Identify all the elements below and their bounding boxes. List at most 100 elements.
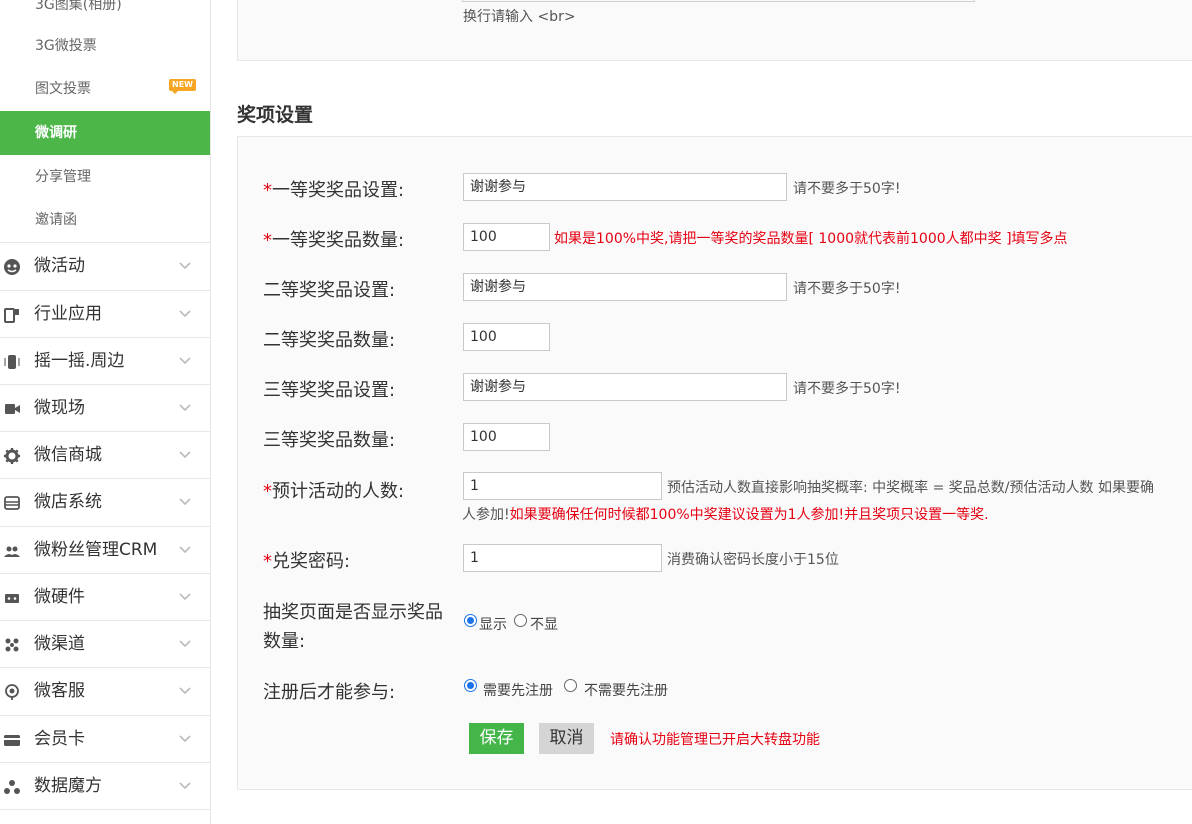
sidebar-menu-shop[interactable]: 微店系统: [0, 478, 210, 525]
menu-label: 数据魔方: [34, 776, 102, 796]
show-qty-radio-yes[interactable]: [464, 614, 477, 627]
sidebar-menu-hardware[interactable]: 微硬件: [0, 573, 210, 620]
card-icon: [4, 735, 20, 746]
sidebar-menu-industry[interactable]: 行业应用: [0, 290, 210, 337]
show-qty-label-line1: 抽奖页面是否显示奖品: [263, 602, 443, 623]
show-qty-radio-no[interactable]: [514, 614, 527, 627]
function-notice: 请确认功能管理已开启大转盘功能: [610, 732, 820, 748]
menu-label: 微硬件: [34, 587, 85, 607]
show-qty-label-line2: 数量:: [263, 631, 306, 652]
prize2-name-input[interactable]: 谢谢参与: [463, 273, 787, 301]
redeem-code-input[interactable]: 1: [463, 544, 662, 572]
hint-prefix: 人参加!: [462, 507, 510, 523]
sidebar-menu-shake[interactable]: 摇一摇.周边: [0, 337, 210, 384]
required-mark: *: [263, 180, 272, 201]
hardware-icon: [5, 594, 19, 603]
prize2-qty-label: 二等奖奖品数量:: [263, 330, 396, 351]
sidebar-item-3g-album[interactable]: 3G图集(相册): [0, 0, 210, 27]
sidebar-item-label: 分享管理: [35, 169, 91, 185]
prize1-name-input[interactable]: 谢谢参与: [463, 173, 787, 201]
chevron-down-icon: [179, 735, 191, 743]
activity-icon: [4, 259, 20, 275]
sidebar-item-label: 邀请函: [35, 212, 77, 228]
sidebar: 3G图集(相册) 3G微投票 图文投票 NEW 微调研 分享管理 邀请函 微活动…: [0, 0, 211, 824]
show-qty-option-yes: 显示: [479, 617, 507, 633]
prize2-name-label: 二等奖奖品设置:: [263, 280, 396, 301]
chevron-down-icon: [179, 310, 191, 318]
shop-icon: [4, 496, 20, 510]
chevron-down-icon: [179, 262, 191, 270]
chevron-down-icon: [179, 498, 191, 506]
label-text: 预计活动的人数:: [272, 481, 405, 502]
prize3-name-hint: 请不要多于50字!: [793, 381, 901, 397]
expected-people-hint-2: 人参加!如果要确保任何时候都100%中奖建议设置为1人参加!并且奖项只设置一等奖…: [462, 504, 989, 524]
gear-icon: [4, 448, 20, 464]
prize3-name-input[interactable]: 谢谢参与: [463, 373, 787, 401]
industry-app-icon: [4, 308, 19, 323]
prize2-qty-input[interactable]: 100: [463, 323, 550, 351]
textarea-bottom-edge[interactable]: [462, 0, 975, 2]
required-mark: *: [263, 551, 272, 572]
sidebar-menu-channel[interactable]: 微渠道: [0, 620, 210, 667]
chevron-down-icon: [179, 782, 191, 790]
chevron-down-icon: [179, 687, 191, 695]
line-break-hint: 换行请输入 <br>: [463, 9, 576, 25]
sidebar-item-share-manage[interactable]: 分享管理: [0, 155, 210, 199]
sidebar-item-image-vote[interactable]: 图文投票 NEW: [0, 67, 210, 111]
show-qty-option-no: 不显: [530, 617, 558, 633]
shake-icon: [4, 355, 20, 369]
sidebar-item-label: 3G图集(相册): [35, 0, 122, 13]
register-option-yes: 需要先注册: [483, 683, 553, 699]
sidebar-menu-customer-service[interactable]: 微客服: [0, 667, 210, 714]
menu-label: 微现场: [34, 398, 85, 418]
sidebar-item-label: 图文投票: [35, 81, 91, 97]
chevron-down-icon: [179, 404, 191, 412]
chevron-down-icon: [179, 451, 191, 459]
sidebar-menu-crm[interactable]: 微粉丝管理CRM: [0, 526, 210, 573]
sidebar-item-3g-vote[interactable]: 3G微投票: [0, 24, 210, 68]
register-required-label: 注册后才能参与:: [263, 682, 396, 703]
menu-label: 行业应用: [34, 304, 102, 324]
menu-label: 微客服: [34, 681, 85, 701]
prize1-qty-hint: 如果是100%中奖,请把一等奖的奖品数量[ 1000就代表前1000人都中奖 ]…: [554, 231, 1068, 247]
menu-label: 微活动: [34, 256, 85, 276]
prize1-qty-input[interactable]: 100: [463, 223, 550, 251]
section-title: 奖项设置: [237, 104, 314, 126]
sidebar-item-invitation[interactable]: 邀请函: [0, 198, 210, 242]
required-mark: *: [263, 481, 272, 502]
sidebar-menu-member-card[interactable]: 会员卡: [0, 715, 210, 762]
cancel-button[interactable]: 取消: [539, 723, 594, 754]
sidebar-menu-activity[interactable]: 微活动: [0, 242, 210, 289]
sidebar-menu-divider: [0, 809, 210, 824]
data-cube-icon: [4, 780, 20, 794]
prize3-qty-input[interactable]: 100: [463, 423, 550, 451]
prize1-name-hint: 请不要多于50字!: [793, 181, 901, 197]
redeem-code-hint: 消费确认密码长度小于15位: [667, 552, 839, 568]
chevron-down-icon: [179, 593, 191, 601]
sidebar-item-label: 微调研: [35, 125, 77, 141]
sidebar-menu-data-cube[interactable]: 数据魔方: [0, 762, 210, 809]
new-badge: NEW: [169, 79, 196, 94]
sidebar-item-survey[interactable]: 微调研: [0, 111, 210, 155]
chevron-down-icon: [179, 357, 191, 365]
prize3-qty-label: 三等奖奖品数量:: [263, 430, 396, 451]
expected-people-input[interactable]: 1: [463, 472, 662, 500]
register-radio-no[interactable]: [564, 679, 577, 692]
label-text: 一等奖奖品设置:: [272, 180, 405, 201]
label-text: 兑奖密码:: [272, 551, 351, 572]
hint-red-text: 如果要确保任何时候都100%中奖建议设置为1人参加!并且奖项只设置一等奖.: [509, 507, 989, 523]
save-button[interactable]: 保存: [469, 723, 524, 754]
video-camera-icon: [5, 404, 20, 414]
register-radio-yes[interactable]: [464, 679, 477, 692]
customer-service-icon: [5, 684, 19, 700]
app-window: 3G图集(相册) 3G微投票 图文投票 NEW 微调研 分享管理 邀请函 微活动…: [0, 0, 1192, 824]
sidebar-menu-live[interactable]: 微现场: [0, 384, 210, 431]
prize1-qty-label: *一等奖奖品数量:: [263, 226, 404, 252]
register-option-no: 不需要先注册: [584, 683, 668, 699]
expected-people-hint: 预估活动人数直接影响抽奖概率: 中奖概率 = 奖品总数/预估活动人数 如果要确: [667, 480, 1154, 496]
expected-people-label: *预计活动的人数:: [263, 477, 404, 503]
sidebar-menu-mall[interactable]: 微信商城: [0, 431, 210, 478]
channel-icon: [5, 638, 19, 652]
menu-label: 微渠道: [34, 634, 85, 654]
chevron-down-icon: [179, 640, 191, 648]
